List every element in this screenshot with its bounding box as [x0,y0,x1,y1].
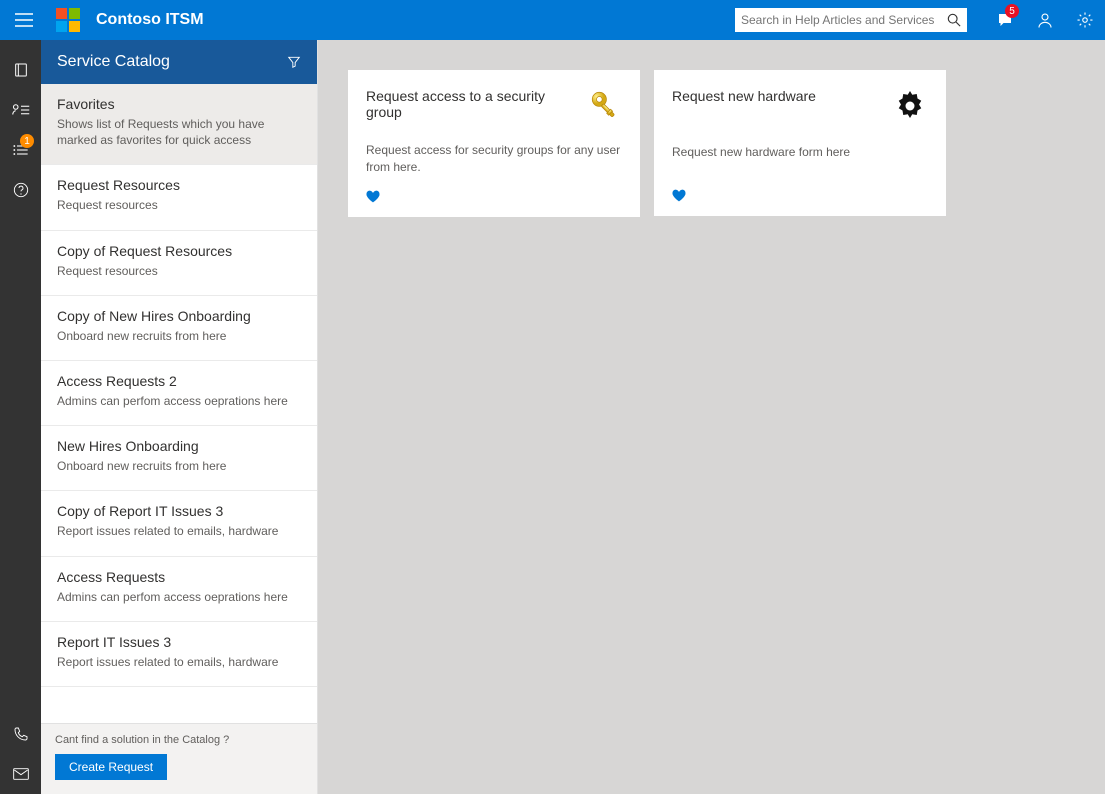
service-card[interactable]: Request new hardware Request new hardware… [654,70,946,216]
catalog-item-title: Request Resources [57,177,301,193]
catalog-item[interactable]: New Hires Onboarding Onboard new recruits… [41,426,317,491]
nav-rail: 1 [0,40,41,794]
catalog-item[interactable]: Favorites Shows list of Requests which yo… [41,84,317,165]
catalog-item[interactable]: Report IT Issues 3 Report issues related … [41,622,317,687]
create-request-button[interactable]: Create Request [55,754,167,780]
catalog-footer: Cant find a solution in the Catalog ? Cr… [41,723,317,794]
catalog-list: Favorites Shows list of Requests which yo… [41,84,317,723]
heart-icon [366,190,380,203]
catalog-item-title: Report IT Issues 3 [57,634,301,650]
card-desc: Request new hardware form here [672,144,928,175]
ms-logo-icon [56,8,80,32]
catalog-footer-text: Cant find a solution in the Catalog ? [55,734,303,746]
catalog-item-desc: Report issues related to emails, hardwar… [57,523,301,539]
top-bar: Contoso ITSM 5 [0,0,1105,40]
search-icon[interactable] [947,13,961,27]
main-content: Request access to a security group Reques… [318,40,1105,794]
key-icon [588,88,622,122]
catalog-item-title: New Hires Onboarding [57,438,301,454]
catalog-item-desc: Request resources [57,263,301,279]
favorite-button[interactable] [672,189,928,202]
gear-icon [1076,11,1094,29]
rail-help-button[interactable] [0,170,41,210]
catalog-item-title: Access Requests 2 [57,373,301,389]
catalog-item-desc: Admins can perfom access oeprations here [57,589,301,605]
card-icon-wrap [892,88,928,124]
top-icon-group: 5 [985,0,1105,40]
catalog-item-desc: Onboard new recruits from here [57,458,301,474]
people-list-icon [12,103,30,117]
settings-button[interactable] [1065,0,1105,40]
notifications-button[interactable]: 5 [985,0,1025,40]
mail-icon [13,767,29,781]
catalog-item-desc: Report issues related to emails, hardwar… [57,654,301,670]
rail-requests-button[interactable]: 1 [0,130,41,170]
catalog-item-title: Copy of Request Resources [57,243,301,259]
catalog-item[interactable]: Access Requests Admins can perfom access … [41,557,317,622]
catalog-item-desc: Request resources [57,197,301,213]
catalog-item-desc: Onboard new recruits from here [57,328,301,344]
rail-people-button[interactable] [0,90,41,130]
catalog-item[interactable]: Request Resources Request resources [41,165,317,230]
phone-icon [13,726,29,742]
search-input[interactable] [741,13,947,27]
card-title: Request access to a security group [366,88,576,120]
hamburger-icon [15,13,33,27]
notification-badge: 5 [1005,4,1019,18]
filter-button[interactable] [287,55,301,69]
search-box[interactable] [735,8,967,32]
catalog-item-desc: Admins can perfom access oeprations here [57,393,301,409]
service-card[interactable]: Request access to a security group Reques… [348,70,640,217]
catalog-item-title: Copy of Report IT Issues 3 [57,503,301,519]
catalog-item-desc: Shows list of Requests which you have ma… [57,116,301,148]
card-desc: Request access for security groups for a… [366,142,622,176]
book-icon [13,62,29,78]
favorite-button[interactable] [366,190,622,203]
rail-catalog-button[interactable] [0,50,41,90]
catalog-panel: Service Catalog Favorites Shows list of R… [41,40,318,794]
account-button[interactable] [1025,0,1065,40]
card-icon-wrap [588,88,622,122]
catalog-item[interactable]: Copy of Request Resources Request resourc… [41,231,317,296]
catalog-item-title: Copy of New Hires Onboarding [57,308,301,324]
rail-phone-button[interactable] [0,714,41,754]
catalog-item-title: Favorites [57,96,301,112]
person-icon [1036,11,1054,29]
catalog-item[interactable]: Copy of Report IT Issues 3 Report issues … [41,491,317,556]
app-title: Contoso ITSM [96,11,204,29]
catalog-header: Service Catalog [41,40,317,84]
heart-icon [672,189,686,202]
rail-requests-badge: 1 [20,134,34,148]
catalog-item[interactable]: Copy of New Hires Onboarding Onboard new … [41,296,317,361]
hardware-gear-icon [892,88,928,124]
catalog-item[interactable]: Access Requests 2 Admins can perfom acces… [41,361,317,426]
rail-mail-button[interactable] [0,754,41,794]
catalog-title: Service Catalog [57,53,170,71]
help-icon [13,182,29,198]
catalog-item-title: Access Requests [57,569,301,585]
filter-icon [287,55,301,69]
card-title: Request new hardware [672,88,816,104]
hamburger-menu-button[interactable] [0,0,48,40]
